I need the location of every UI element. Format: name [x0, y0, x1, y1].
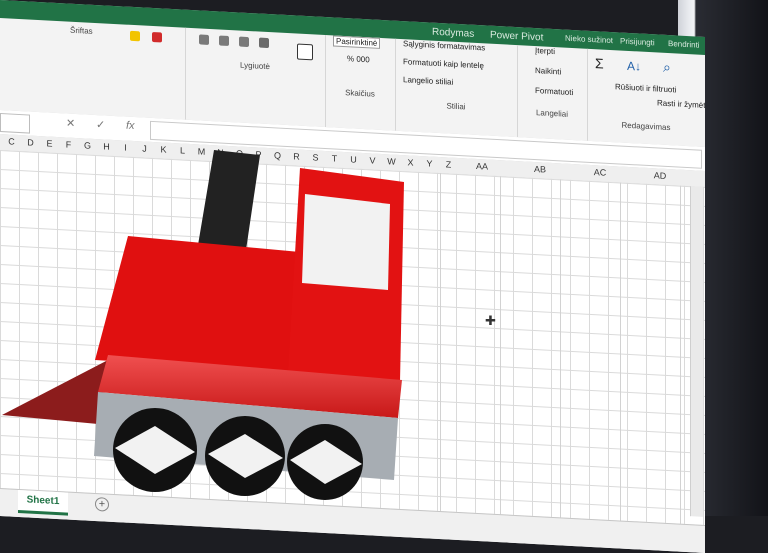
cursor-cross-icon: ✚ [485, 313, 496, 328]
cowcatcher-shape [2, 360, 108, 424]
wheel [287, 424, 363, 500]
wheel [205, 416, 285, 496]
cab-window [302, 194, 390, 290]
boiler-shape [95, 236, 300, 372]
wheel [113, 408, 197, 492]
train-drawing [2, 150, 404, 500]
chimney-shape [198, 150, 260, 250]
